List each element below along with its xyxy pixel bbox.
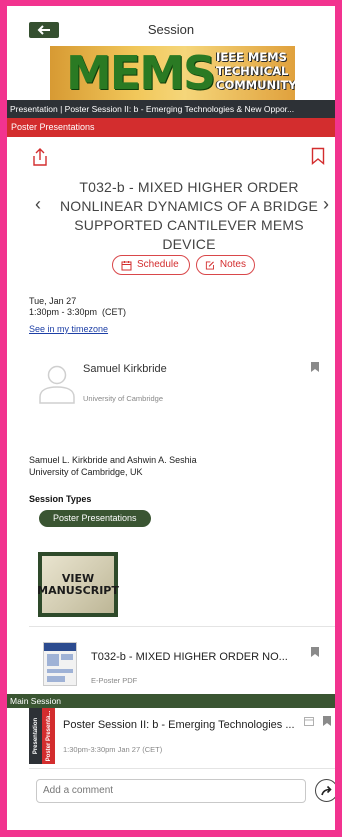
comment-input[interactable]: Add a comment — [36, 779, 306, 803]
avatar — [39, 365, 75, 404]
banner-subtitle: IEEE MEMS TECHNICAL COMMUNITY — [216, 50, 295, 92]
category-bar: Poster Presentations — [7, 118, 335, 137]
poster-title[interactable]: T032-b - MIXED HIGHER ORDER NO... — [91, 651, 288, 663]
manuscript-line: VIEW — [61, 571, 95, 585]
manuscript-label: VIEW MANUSCRIPT — [37, 556, 119, 613]
poster-subtitle: E-Poster PDF — [91, 676, 138, 685]
timezone-link[interactable]: See in my timezone — [29, 324, 108, 334]
edit-note-icon — [205, 260, 214, 270]
bookmark-icon[interactable] — [311, 362, 319, 372]
author-affiliation: University of Cambridge, UK — [29, 467, 143, 477]
app-frame: Session MEMS IEEE MEMS TECHNICAL COMMUNI… — [0, 0, 342, 837]
divider — [29, 626, 335, 627]
session-type-chip[interactable]: Poster Presentations — [39, 510, 151, 527]
divider — [29, 768, 335, 769]
main-session-time: 1:30pm-3:30pm Jan 27 (CET) — [63, 745, 163, 754]
banner-logo-text: MEMS — [66, 46, 216, 100]
banner-sub-line: TECHNICAL — [216, 64, 289, 78]
thumbnail-block — [47, 676, 65, 682]
calendar-icon — [121, 260, 132, 270]
presentation-title: T032-b - MIXED HIGHER ORDER NONLINEAR DY… — [59, 178, 319, 254]
poster-thumbnail[interactable] — [43, 642, 77, 686]
schedule-button[interactable]: Schedule — [112, 255, 190, 275]
banner-sub-line: IEEE MEMS — [216, 50, 287, 64]
title-line: SUPPORTED CANTILEVER MEMS DEVICE — [74, 217, 304, 252]
bookmark-icon[interactable] — [311, 147, 325, 165]
session-types-heading: Session Types — [29, 494, 92, 504]
authors-block: Samuel L. Kirkbride and Ashwin A. Seshia… — [29, 454, 197, 478]
breadcrumb[interactable]: Presentation | Poster Session II: b - Em… — [7, 100, 335, 118]
send-arrow-icon — [320, 785, 332, 795]
session-date: Tue, Jan 27 — [29, 296, 77, 306]
speaker-affiliation: University of Cambridge — [83, 394, 164, 403]
share-icon[interactable] — [31, 147, 49, 167]
manuscript-line: MANUSCRIPT — [37, 583, 119, 597]
banner-sub-line: COMMUNITY — [216, 78, 295, 92]
main-session-bar: Main Session — [7, 694, 335, 708]
page-title: Session — [147, 22, 195, 37]
schedule-label: Schedule — [137, 259, 179, 270]
author-list: Samuel L. Kirkbride and Ashwin A. Seshia — [29, 455, 197, 465]
bookmark-icon[interactable] — [311, 647, 319, 657]
send-comment-button[interactable] — [315, 779, 335, 802]
next-presentation-button[interactable]: › — [323, 194, 329, 215]
title-line: NONLINEAR DYNAMICS OF A BRIDGE — [59, 198, 319, 214]
presentation-tab: Presentation — [29, 708, 42, 764]
view-manuscript-button[interactable]: VIEW MANUSCRIPT — [37, 552, 119, 617]
notes-label: Notes — [219, 259, 246, 270]
session-time: 1:30pm - 3:30pm (CET) — [29, 307, 127, 317]
tab-label: Presentation — [32, 717, 39, 755]
previous-presentation-button[interactable]: ‹ — [35, 194, 41, 215]
thumbnail-header-band — [44, 643, 76, 651]
tab-label: Poster Presenta... — [45, 710, 52, 762]
session-type-tabs: Presentation Poster Presenta... — [29, 708, 55, 764]
thumbnail-block — [47, 669, 73, 673]
thumbnail-block — [61, 654, 73, 660]
notes-button[interactable]: Notes — [196, 255, 255, 275]
thumbnail-block — [47, 654, 59, 666]
title-line: T032-b - MIXED HIGHER ORDER — [79, 179, 299, 195]
speaker-name[interactable]: Samuel Kirkbride — [83, 363, 167, 375]
top-bar: Session — [7, 6, 335, 46]
poster-presentations-tab: Poster Presenta... — [42, 708, 55, 764]
calendar-icon[interactable] — [304, 716, 314, 726]
event-banner: MEMS IEEE MEMS TECHNICAL COMMUNITY — [50, 46, 295, 100]
session-datetime: Tue, Jan 27 1:30pm - 3:30pm (CET) — [29, 296, 126, 318]
bookmark-icon[interactable] — [323, 716, 331, 726]
main-session-title[interactable]: Poster Session II: b - Emerging Technolo… — [63, 719, 295, 731]
